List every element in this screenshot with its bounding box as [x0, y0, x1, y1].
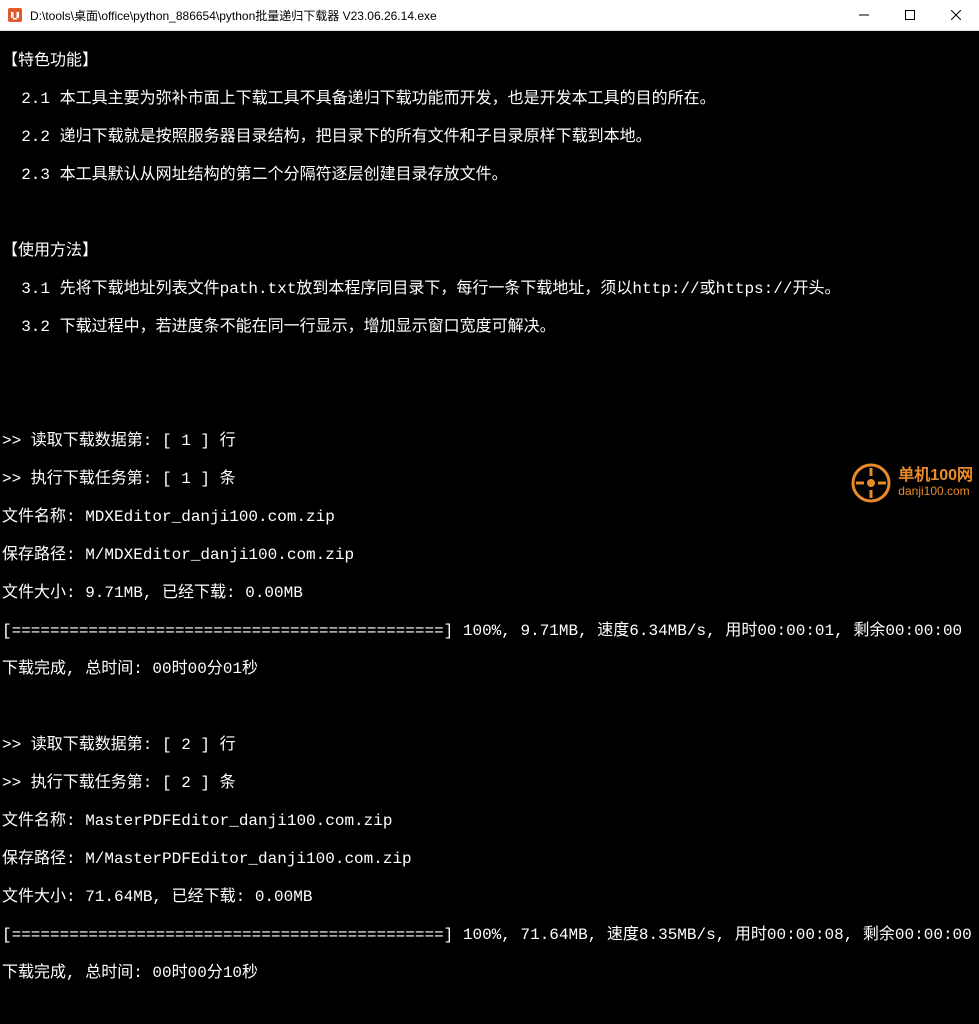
console-output[interactable]: 【特色功能】 2.1 本工具主要为弥补市面上下载工具不具备递归下载功能而开发，也…	[0, 31, 979, 512]
blank-line	[2, 204, 979, 223]
window-controls	[841, 0, 979, 30]
usage-item: 3.1 先将下载地址列表文件path.txt放到本程序同目录下，每行一条下载地址…	[2, 280, 979, 299]
task-filesize: 文件大小: 71.64MB, 已经下载: 0.00MB	[2, 888, 979, 907]
task-filename: 文件名称: MasterPDFEditor_danji100.com.zip	[2, 812, 979, 831]
task-progress: [=======================================…	[2, 622, 979, 641]
watermark: 单机100网 danji100.com	[850, 462, 973, 504]
task-done: 下载完成, 总时间: 00时00分10秒	[2, 964, 979, 983]
usage-item: 3.2 下载过程中，若进度条不能在同一行显示，增加显示窗口宽度可解决。	[2, 318, 979, 337]
task-savepath: 保存路径: M/MDXEditor_danji100.com.zip	[2, 546, 979, 565]
task-done: 下载完成, 总时间: 00时00分01秒	[2, 660, 979, 679]
app-icon	[7, 7, 23, 23]
features-item: 2.1 本工具主要为弥补市面上下载工具不具备递归下载功能而开发，也是开发本工具的…	[2, 90, 979, 109]
watermark-logo-icon	[850, 462, 892, 504]
close-button[interactable]	[933, 0, 979, 30]
features-header: 【特色功能】	[2, 52, 979, 71]
blank-line	[2, 394, 979, 413]
window-titlebar: D:\tools\桌面\office\python_886654\python批…	[0, 0, 979, 31]
task-read-line: >> 读取下载数据第: [ 2 ] 行	[2, 736, 979, 755]
usage-header: 【使用方法】	[2, 242, 979, 261]
blank-line	[2, 1002, 979, 1021]
task-exec-line: >> 执行下载任务第: [ 2 ] 条	[2, 774, 979, 793]
watermark-text: 单机100网 danji100.com	[898, 468, 973, 497]
features-item: 2.2 递归下载就是按照服务器目录结构，把目录下的所有文件和子目录原样下载到本地…	[2, 128, 979, 147]
task-exec-line: >> 执行下载任务第: [ 1 ] 条	[2, 470, 979, 489]
watermark-name: 单机100网	[898, 468, 973, 485]
task-savepath: 保存路径: M/MasterPDFEditor_danji100.com.zip	[2, 850, 979, 869]
maximize-button[interactable]	[887, 0, 933, 30]
task-read-line: >> 读取下载数据第: [ 1 ] 行	[2, 432, 979, 451]
window-title: D:\tools\桌面\office\python_886654\python批…	[30, 7, 841, 24]
task-filesize: 文件大小: 9.71MB, 已经下载: 0.00MB	[2, 584, 979, 603]
task-progress: [=======================================…	[2, 926, 979, 945]
blank-line	[2, 698, 979, 717]
blank-line	[2, 356, 979, 375]
task-filename: 文件名称: MDXEditor_danji100.com.zip	[2, 508, 979, 527]
watermark-url: danji100.com	[898, 485, 973, 498]
features-item: 2.3 本工具默认从网址结构的第二个分隔符逐层创建目录存放文件。	[2, 166, 979, 185]
minimize-button[interactable]	[841, 0, 887, 30]
